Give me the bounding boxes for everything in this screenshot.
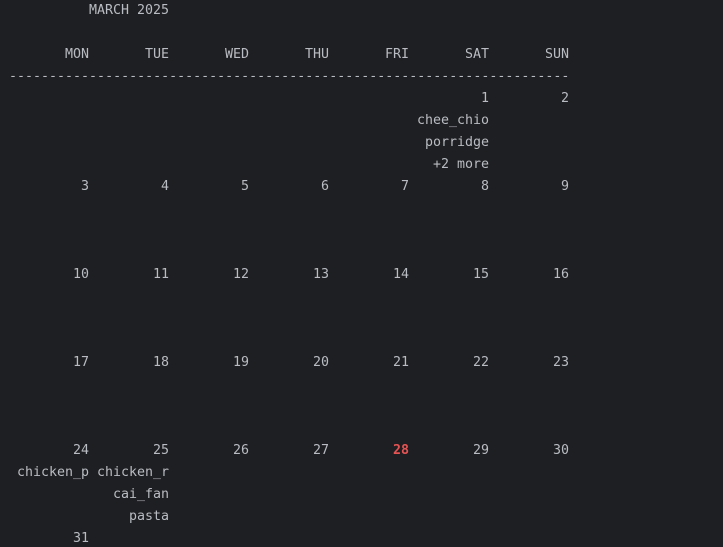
day-cell: 18	[152, 355, 169, 370]
day-cell: 26	[232, 443, 249, 458]
weekday-mon: MON	[64, 47, 89, 62]
weekday-sun: SUN	[544, 47, 569, 62]
weekday-fri: FRI	[384, 47, 409, 62]
day-cell: 29	[472, 443, 489, 458]
day-cell: 7	[400, 179, 409, 194]
day-cell: 2	[560, 91, 569, 106]
day-cell: 12	[232, 267, 249, 282]
day-cell: 24	[72, 443, 89, 458]
weekday-tue: TUE	[144, 47, 169, 62]
day-cell: 27	[312, 443, 329, 458]
weekday-sat: SAT	[464, 47, 489, 62]
day-cell: 23	[552, 355, 569, 370]
event-item: porridge	[424, 135, 489, 150]
day-cell: 3	[80, 179, 89, 194]
day-cell: 16	[552, 267, 569, 282]
header-separator: ----------------------------------------…	[9, 69, 569, 84]
day-cell: 13	[312, 267, 329, 282]
day-cell-today: 28	[392, 443, 409, 458]
day-cell: 25	[152, 443, 169, 458]
day-cell: 19	[232, 355, 249, 370]
day-cell: 6	[320, 179, 329, 194]
day-cell: 10	[72, 267, 89, 282]
day-cell: 11	[152, 267, 169, 282]
day-cell: 22	[472, 355, 489, 370]
day-cell: 14	[392, 267, 409, 282]
event-item: chee_chio	[416, 113, 489, 128]
day-cell: 9	[560, 179, 569, 194]
more-events-indicator: +2 more	[432, 157, 489, 172]
day-cell: 31	[72, 531, 89, 546]
event-item: chicken_r	[96, 465, 169, 480]
event-item: pasta	[128, 509, 169, 524]
weekday-wed: WED	[224, 47, 249, 62]
day-cell: 8	[480, 179, 489, 194]
day-cell: 15	[472, 267, 489, 282]
day-cell: 20	[312, 355, 329, 370]
month-title: MARCH 2025	[89, 3, 170, 18]
day-cell: 4	[160, 179, 169, 194]
day-cell: 1	[480, 91, 489, 106]
calendar-terminal: MARCH 2025 MON TUE WED THU FRI SAT SUN -…	[0, 0, 723, 547]
day-cell: 21	[392, 355, 409, 370]
event-item: cai_fan	[112, 487, 169, 502]
day-cell: 17	[72, 355, 89, 370]
weekday-thu: THU	[304, 47, 329, 62]
event-item: chicken_p	[16, 465, 89, 480]
day-cell: 5	[240, 179, 249, 194]
day-cell: 30	[552, 443, 569, 458]
